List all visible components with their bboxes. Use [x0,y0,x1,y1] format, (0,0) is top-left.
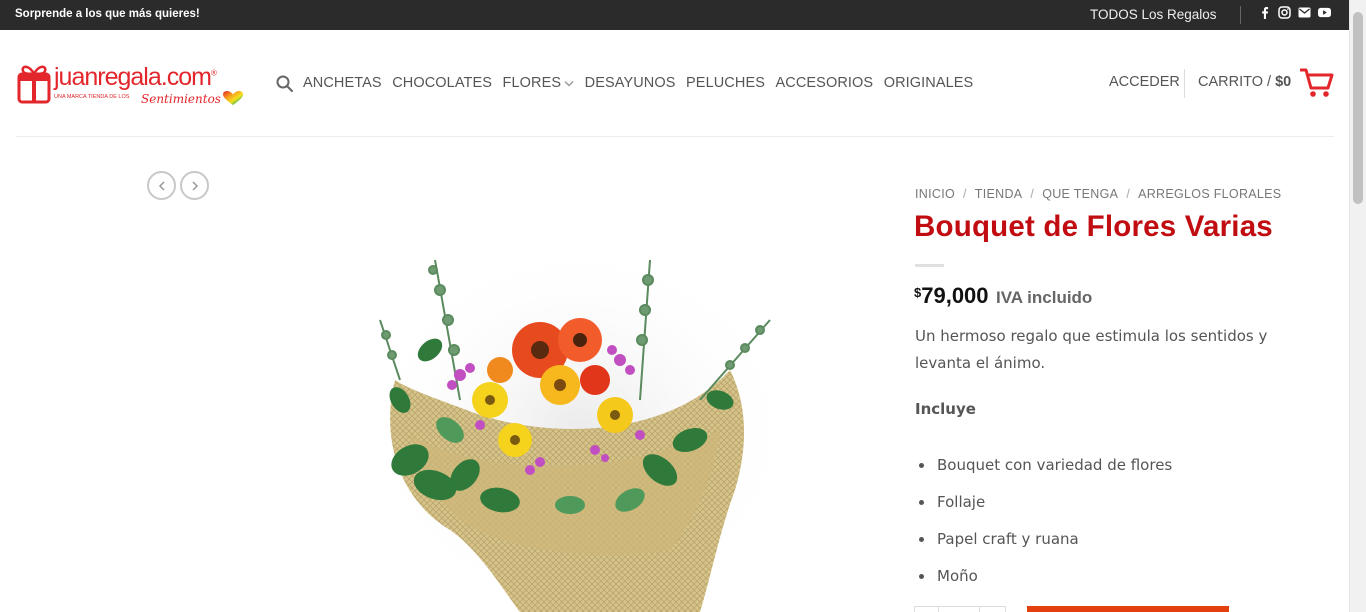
site-logo[interactable]: juanregala.com® UNA MARCA TIENDA DE LOS … [17,58,249,110]
tax-note: IVA incluido [995,288,1093,307]
product-title: Bouquet de Flores Varias [914,210,1273,243]
list-item: Moño [915,558,1172,595]
quantity-stepper[interactable] [914,606,1006,612]
email-icon[interactable] [1298,6,1311,19]
facebook-icon[interactable] [1258,6,1271,19]
breadcrumb-tienda[interactable]: TIENDA [975,187,1023,201]
breadcrumb-separator: / [1126,187,1131,201]
logo-tagline: UNA MARCA TIENDA DE LOS [54,94,130,100]
currency-symbol: $ [914,285,922,300]
breadcrumb-separator: / [1030,187,1035,201]
logo-sentimientos: Sentimientos [141,92,221,106]
breadcrumb-inicio[interactable]: INICIO [915,187,955,201]
product-description: Un hermoso regalo que estimula los senti… [915,327,1268,372]
nav-item-chocolates[interactable]: CHOCOLATES [392,75,492,91]
site-header: juanregala.com® UNA MARCA TIENDA DE LOS … [0,30,1349,137]
topbar-divider [1240,6,1241,24]
top-bar: Sorprende a los que más quieres! TODOS L… [0,0,1349,30]
nav-item-originales[interactable]: ORIGINALES [884,75,974,91]
instagram-icon[interactable] [1278,6,1291,19]
product-image[interactable] [340,200,870,612]
breadcrumb-que-tenga[interactable]: QUE TENGA [1042,187,1118,201]
social-links [1258,6,1331,19]
nav-item-flores[interactable]: FLORES [503,75,575,91]
cart-total: $0 [1275,74,1292,90]
cart-label: CARRITO [1198,74,1263,90]
nav-item-accesorios[interactable]: ACCESORIOS [776,75,874,91]
youtube-icon[interactable] [1318,6,1331,19]
login-link[interactable]: ACCEDER [1109,74,1180,90]
nav-item-anchetas[interactable]: ANCHETAS [303,75,382,91]
gift-logo-icon [17,65,51,104]
nav-item-desayunos[interactable]: DESAYUNOS [585,75,676,91]
add-to-cart-button[interactable] [1027,606,1229,612]
list-item: Bouquet con variedad de flores [915,447,1172,484]
header-divider [1184,69,1185,98]
quantity-plus-border [979,607,980,612]
all-gifts-link[interactable]: TODOS Los Regalos [1090,7,1217,22]
list-item: Follaje [915,484,1172,521]
includes-heading: Incluye [915,400,976,418]
page-scrollbar[interactable] [1349,0,1366,612]
cart-link[interactable]: CARRITO / $0 [1198,74,1291,90]
breadcrumb: INICIO / TIENDA / QUE TENGA / ARREGLOS FLORALE… [915,187,1281,201]
quantity-minus-border [938,607,939,612]
header-divider-line [16,136,1334,137]
includes-list: Bouquet con variedad de flores Follaje P… [915,447,1172,595]
main-nav: ANCHETAS CHOCOLATES FLORES DESAYUNOS PEL… [276,73,984,93]
nav-item-peluches[interactable]: PELUCHES [686,75,765,91]
cart-icon[interactable] [1300,67,1335,99]
product-price: $79,000 IVA incluido [914,283,1092,309]
search-icon[interactable] [276,75,293,92]
chevron-down-icon [564,81,574,87]
rainbow-heart-icon [223,91,243,105]
scrollbar-thumb[interactable] [1353,12,1363,204]
logo-wordmark: juanregala.com® [54,63,217,91]
breadcrumb-separator: / [963,187,967,201]
gallery-next-button[interactable] [180,171,209,200]
list-item: Papel craft y ruana [915,521,1172,558]
title-underline [915,264,944,267]
chevron-left-icon [158,180,165,191]
gallery-prev-button[interactable] [147,171,176,200]
cart-separator: / [1267,74,1272,90]
chevron-right-icon [191,180,198,191]
promo-text: Sorprende a los que más quieres! [15,8,200,20]
breadcrumb-arreglos-florales[interactable]: ARREGLOS FLORALES [1138,187,1281,201]
price-amount: 79,000 [921,283,989,308]
